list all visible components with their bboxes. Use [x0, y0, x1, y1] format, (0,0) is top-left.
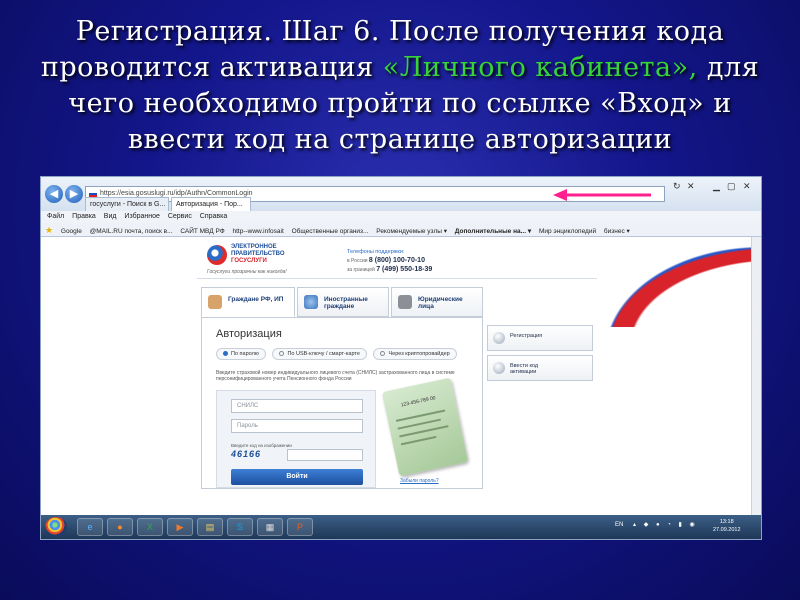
forward-icon[interactable]: ▶ [65, 185, 83, 203]
site-logo-text: ЭЛЕКТРОННОЕ ПРАВИТЕЛЬСТВО ГОСУСЛУГИ [231, 244, 285, 264]
menu-favorites[interactable]: Избранное [124, 213, 159, 220]
star-icon[interactable]: ★ [45, 225, 53, 235]
tab-foreigners[interactable]: Иностранные граждане [297, 287, 389, 317]
title-highlight: «Личного кабинета», [382, 52, 698, 83]
windows-taskbar: e ● X ▶ ▤ S ▦ P EN ▴ ◆ ● ◔ ▮ ◉ 13:18 27.… [41, 515, 761, 539]
decorative-swoosh [591, 237, 761, 327]
snils-input[interactable]: СНИЛС [231, 399, 363, 413]
menu-help[interactable]: Справка [200, 213, 227, 220]
menu-edit[interactable]: Правка [72, 213, 96, 220]
fav-item[interactable]: Рекомендуемые узлы ▾ [376, 228, 447, 235]
auth-panel: Авторизация По паролю По USB-ключу / сма… [201, 317, 483, 489]
maximize-icon[interactable]: ▢ [727, 181, 736, 192]
page-viewport: ЭЛЕКТРОННОЕ ПРАВИТЕЛЬСТВО ГОСУСЛУГИ Госу… [41, 237, 761, 515]
menu-bar: Файл Правка Вид Избранное Сервис Справка [41, 211, 761, 223]
auth-hint: Введите страховой номер индивидуального … [216, 370, 455, 382]
app-icon[interactable]: ▦ [257, 518, 283, 536]
menu-file[interactable]: Файл [47, 213, 64, 220]
register-button[interactable]: Регистрация [487, 325, 593, 351]
phone-russia: в России 8 (800) 100-70-10 [347, 257, 425, 264]
activation-icon [493, 362, 505, 374]
method-usb[interactable]: По USB-ключу / смарт-карте [272, 348, 367, 360]
auth-method-group: По паролю По USB-ключу / смарт-карте Чер… [216, 348, 462, 360]
tab-auth[interactable]: Авторизация - Пор... [171, 197, 251, 211]
register-icon [493, 332, 505, 344]
login-form: СНИЛС Пароль Введите код на изображении … [216, 390, 376, 488]
tab-search[interactable]: госуслуги - Поиск в G... [85, 197, 169, 211]
forgot-password-link[interactable]: Забыли пароль? [400, 478, 439, 484]
globe-icon [304, 295, 318, 309]
favorites-bar: ★ Google @MAIL.RU почта, поиск в... САЙТ… [41, 223, 761, 237]
enter-activation-code-button[interactable]: Ввести код активации [487, 355, 593, 381]
close-icon[interactable]: ✕ [743, 181, 751, 192]
menu-view[interactable]: Вид [104, 213, 117, 220]
fav-item[interactable]: Общественные организ... [292, 228, 369, 235]
fav-item[interactable]: Дополнительные на... ▾ [455, 228, 531, 235]
fav-item[interactable]: Google [61, 228, 82, 235]
method-crypto[interactable]: Через криптопровайдер [373, 348, 457, 360]
captcha-input[interactable] [287, 449, 363, 461]
media-player-icon[interactable]: ▶ [167, 518, 193, 536]
tab-legal-entities[interactable]: Юридические лица [391, 287, 483, 317]
ie-icon[interactable]: e [77, 518, 103, 536]
menu-tools[interactable]: Сервис [168, 213, 192, 220]
skype-icon[interactable]: S [227, 518, 253, 536]
tab-citizens[interactable]: Граждане РФ, ИП [201, 287, 295, 317]
citizens-icon [208, 295, 222, 309]
browser-screenshot: ◀ ▶ https://esia.gosuslugi.ru/idp/Authn/… [40, 176, 762, 540]
start-button[interactable] [45, 517, 67, 537]
password-input[interactable]: Пароль [231, 419, 363, 433]
system-clock[interactable]: 13:18 27.09.2012 [713, 518, 741, 534]
minimize-icon[interactable]: ▁ [713, 181, 720, 192]
briefcase-icon [398, 295, 412, 309]
tray-icons[interactable]: ▴ ◆ ● ◔ ▮ ◉ [633, 522, 698, 528]
snils-card-image: 123-456-789 00 [381, 377, 469, 477]
fav-item[interactable]: Мир энциклопедий [539, 228, 596, 235]
pointer-arrow-icon [553, 189, 651, 201]
powerpoint-icon[interactable]: P [287, 518, 313, 536]
site-slogan: Госуслуги прозрачны как никогда! [207, 269, 287, 275]
gosuslugi-logo-icon[interactable] [207, 245, 227, 265]
method-password[interactable]: По паролю [216, 348, 266, 360]
address-bar-area: ◀ ▶ https://esia.gosuslugi.ru/idp/Authn/… [41, 177, 761, 211]
language-indicator[interactable]: EN [615, 522, 623, 528]
support-phones-title: Телефоны поддержки: [347, 249, 405, 255]
site-header: ЭЛЕКТРОННОЕ ПРАВИТЕЛЬСТВО ГОСУСЛУГИ Госу… [197, 241, 597, 279]
captcha-label: Введите код на изображении [231, 443, 292, 448]
slide-title: Регистрация. Шаг 6. После получения кода… [20, 14, 780, 182]
phone-abroad: за границей 7 (499) 550-18-39 [347, 266, 433, 273]
login-button[interactable]: Войти [231, 469, 363, 485]
auth-title: Авторизация [216, 328, 282, 340]
fav-item[interactable]: бизнес ▾ [604, 228, 630, 235]
refresh-icon[interactable]: ↻ [673, 181, 681, 192]
fav-item[interactable]: САЙТ МВД РФ [180, 228, 224, 235]
excel-icon[interactable]: X [137, 518, 163, 536]
system-tray: EN ▴ ◆ ● ◔ ▮ ◉ [615, 521, 698, 528]
folder-icon[interactable]: ▤ [197, 518, 223, 536]
page-scrollbar[interactable] [751, 237, 761, 515]
firefox-icon[interactable]: ● [107, 518, 133, 536]
fav-item[interactable]: @MAIL.RU почта, поиск в... [90, 228, 173, 235]
back-icon[interactable]: ◀ [45, 185, 63, 203]
fav-item[interactable]: http--www.infosait [232, 228, 283, 235]
stop-icon[interactable]: ✕ [687, 181, 695, 192]
captcha-image: 46166 [231, 449, 262, 459]
